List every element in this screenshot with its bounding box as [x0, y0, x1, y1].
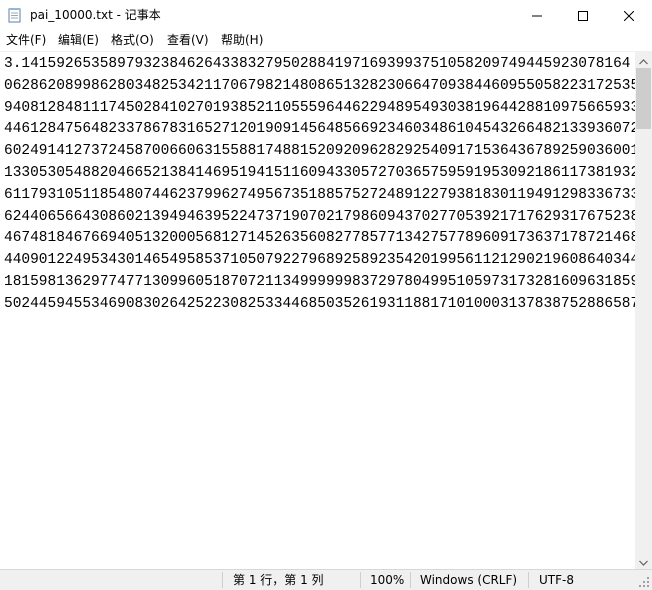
text-line: 6244065664308602139494639522473719070217…	[4, 208, 635, 225]
close-icon	[623, 6, 635, 25]
scroll-up-button[interactable]	[635, 51, 652, 68]
text-line: 0628620899862803482534211706798214808651…	[4, 77, 635, 94]
vertical-scrollbar[interactable]	[635, 51, 652, 569]
minimize-button[interactable]	[514, 0, 560, 31]
chevron-down-icon	[639, 551, 648, 570]
notepad-window: pai_10000.txt - 记事本 文件(F) 编辑(E) 格式(O) 查看…	[0, 0, 652, 590]
cursor-position: 第 1 行，第 1 列	[233, 573, 324, 587]
editor-text[interactable]: 3.14159265358979323846264338327950288419…	[4, 54, 635, 316]
text-line: 9408128481117450284102701938521105559644…	[4, 99, 635, 116]
menu-edit[interactable]: 编辑(E)	[52, 31, 105, 50]
line-ending: Windows (CRLF)	[420, 573, 518, 587]
status-divider	[360, 572, 361, 588]
text-line: 3.14159265358979323846264338327950288419…	[4, 56, 631, 72]
maximize-icon	[578, 6, 588, 25]
status-divider	[410, 572, 411, 588]
status-divider	[222, 572, 223, 588]
scroll-thumb[interactable]	[636, 68, 651, 129]
notepad-icon[interactable]	[8, 7, 22, 23]
status-divider	[528, 572, 529, 588]
menu-format[interactable]: 格式(O)	[105, 31, 160, 50]
window-title: pai_10000.txt - 记事本	[30, 8, 161, 22]
text-line: 4461284756482337867831652712019091456485…	[4, 121, 635, 138]
encoding: UTF-8	[539, 573, 574, 587]
text-line: 6024914127372458700660631558817488152092…	[4, 143, 635, 160]
close-button[interactable]	[606, 0, 652, 31]
minimize-icon	[532, 6, 542, 25]
chevron-up-icon	[639, 50, 648, 69]
resize-grip-icon[interactable]	[638, 576, 650, 588]
title-bar[interactable]: pai_10000.txt - 记事本	[0, 0, 652, 31]
text-editor[interactable]: 3.14159265358979323846264338327950288419…	[0, 51, 635, 570]
status-bar: 第 1 行，第 1 列 100% Windows (CRLF) UTF-8	[0, 569, 652, 590]
menu-bar: 文件(F) 编辑(E) 格式(O) 查看(V) 帮助(H)	[0, 31, 652, 50]
text-line: 1815981362977477130996051870721134999999…	[4, 273, 635, 290]
text-line: 1330530548820466521384146951941511609433…	[4, 164, 635, 181]
menu-help[interactable]: 帮助(H)	[215, 31, 269, 50]
zoom-level: 100%	[370, 573, 405, 587]
menu-file[interactable]: 文件(F)	[0, 31, 52, 50]
text-line: 4674818467669405132000568127145263560827…	[4, 230, 635, 247]
menu-view[interactable]: 查看(V)	[161, 31, 215, 50]
text-line: 4409012249534301465495853710507922796892…	[4, 252, 635, 269]
maximize-button[interactable]	[560, 0, 606, 31]
text-line: 5024459455346908302642522308253344685035…	[4, 295, 635, 312]
text-line: 6117931051185480744623799627495673518857…	[4, 186, 635, 203]
scroll-down-button[interactable]	[635, 552, 652, 569]
